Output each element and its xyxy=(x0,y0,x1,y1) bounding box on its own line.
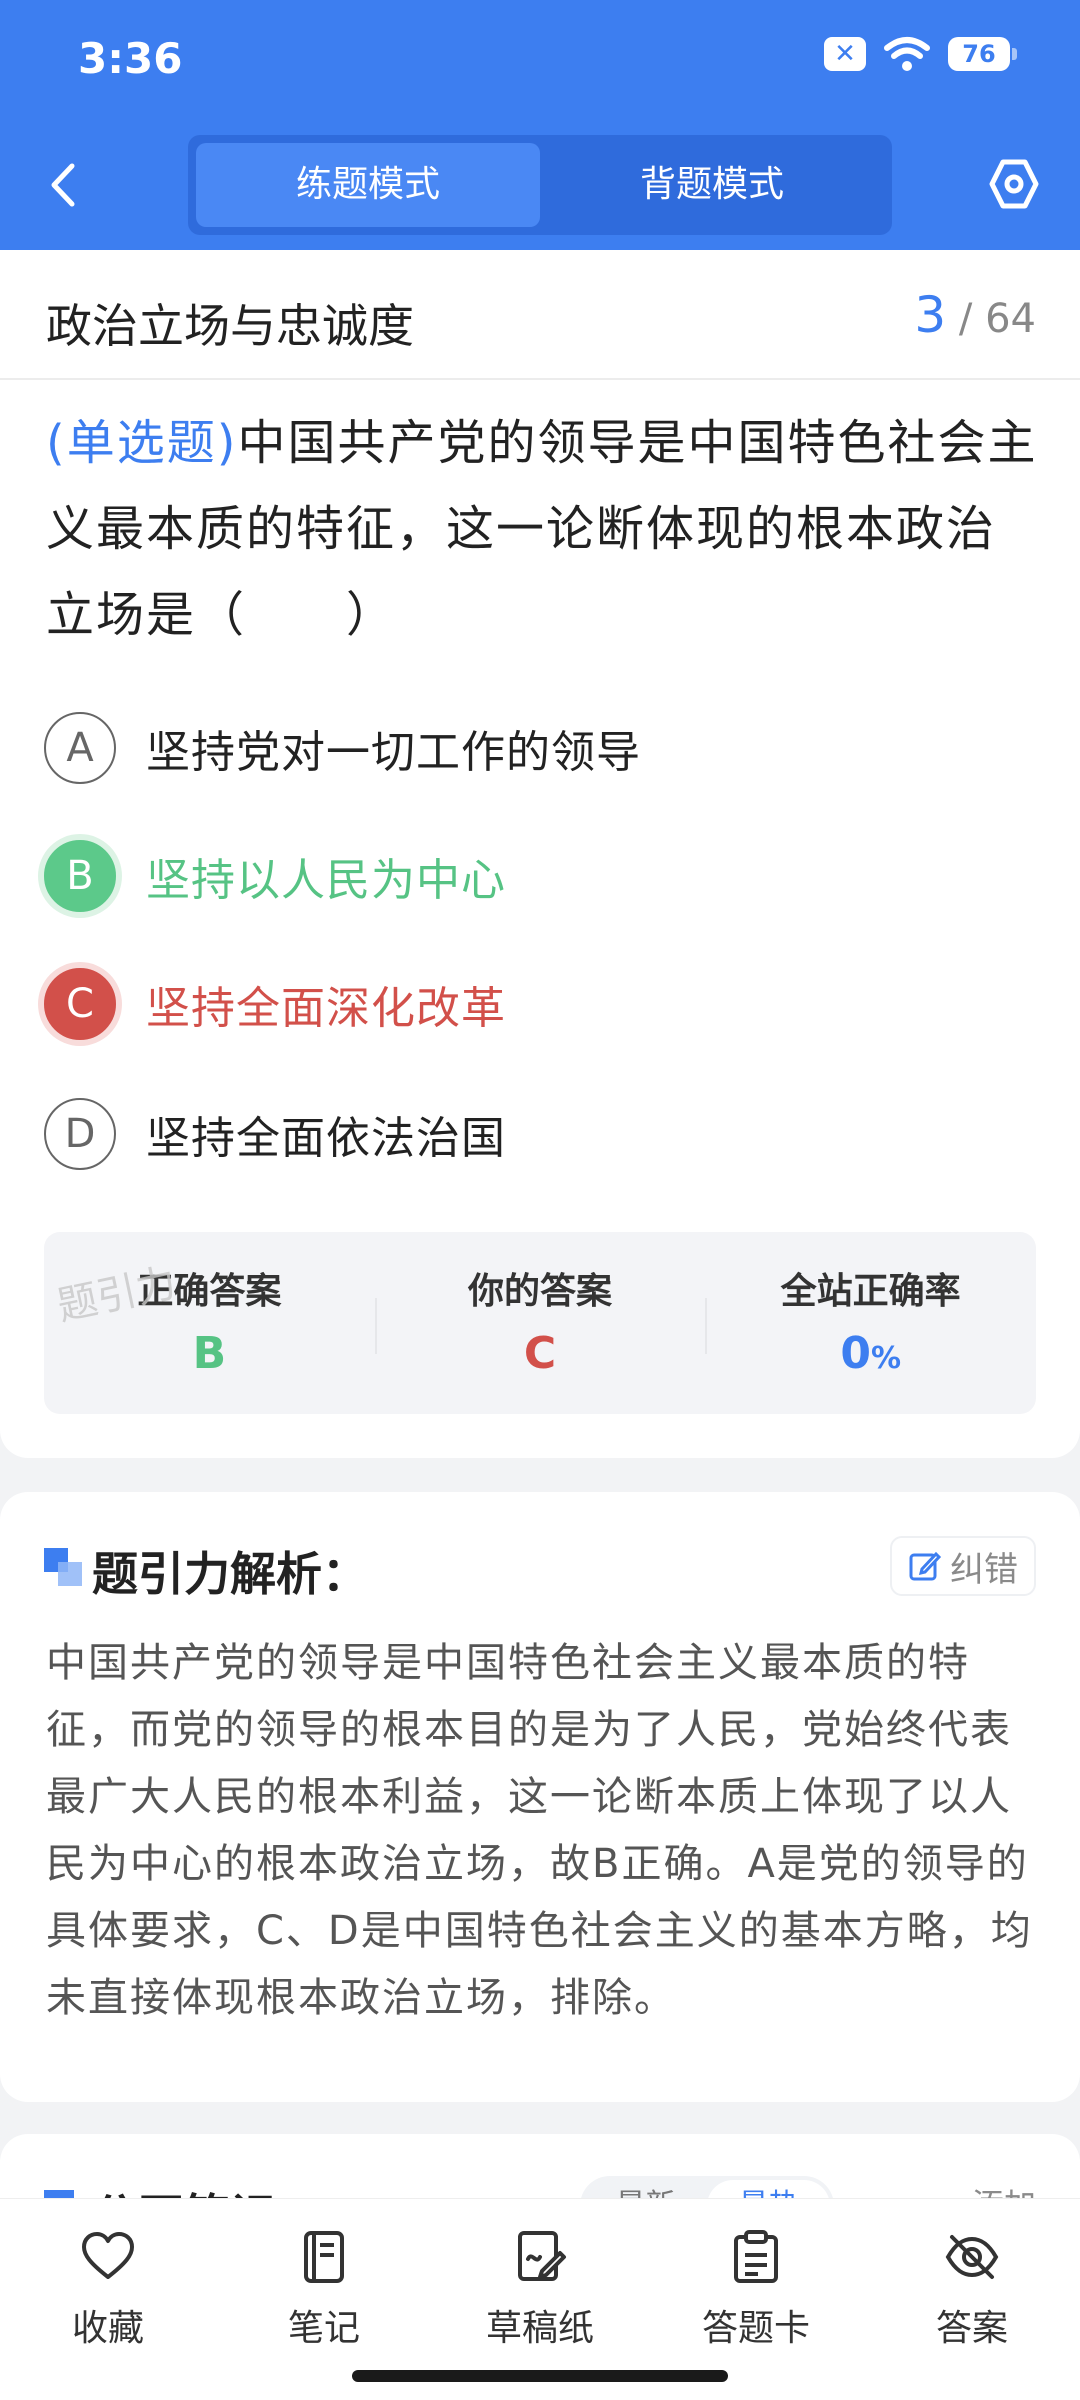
option-letter: D xyxy=(44,1098,116,1170)
tab-label: 笔记 xyxy=(287,2308,360,2349)
tab-label: 答案 xyxy=(935,2308,1008,2349)
section-marker-icon xyxy=(44,1548,82,1586)
home-indicator[interactable] xyxy=(352,2370,728,2382)
your-answer: 你的答案 C xyxy=(374,1232,706,1414)
site-accuracy-label: 全站正确率 xyxy=(780,1271,961,1312)
question-counter: 3 / 64 xyxy=(914,286,1036,344)
tab-label: 收藏 xyxy=(71,2308,144,2349)
your-answer-value: C xyxy=(523,1328,557,1379)
option-d[interactable]: D 坚持全面依法治国 xyxy=(44,1098,506,1170)
heart-icon xyxy=(82,2232,134,2279)
divider xyxy=(0,378,1080,380)
edit-icon xyxy=(909,1551,942,1581)
mode-switch: 练题模式 背题模式 xyxy=(188,135,892,235)
question-text-block: (单选题)中国共产党的领导是中国特色社会主义最本质的特征，这一论断体现的根本政治… xyxy=(46,400,1042,658)
your-answer-label: 你的答案 xyxy=(468,1271,613,1312)
site-accuracy-value: 0% xyxy=(705,1328,1036,1379)
total-count: / 64 xyxy=(958,296,1036,342)
accuracy-number: 0 xyxy=(840,1328,871,1379)
status-time: 3:36 xyxy=(78,34,183,83)
tab-memorize-mode[interactable]: 背题模式 xyxy=(540,143,884,227)
eye-off-icon xyxy=(945,2235,999,2279)
answer-summary: 正确答案 B 你的答案 C 全站正确率 0% xyxy=(44,1232,1036,1414)
option-text: 坚持全面依法治国 xyxy=(146,1113,506,1164)
current-index: 3 xyxy=(914,286,947,344)
settings-icon[interactable] xyxy=(986,156,1042,212)
notebook-icon xyxy=(304,2231,344,2283)
accuracy-unit: % xyxy=(870,1341,902,1376)
analysis-text: 中国共产党的领导是中国特色社会主义最本质的特征，而党的领导的根本目的是为了人民，… xyxy=(46,1640,1033,2021)
option-text: 坚持党对一切工作的领导 xyxy=(146,727,641,778)
wifi-icon xyxy=(884,37,930,71)
option-a[interactable]: A 坚持党对一切工作的领导 xyxy=(44,712,641,784)
battery-icon: 76 xyxy=(948,37,1017,71)
tab-answer[interactable]: 答案 xyxy=(882,2229,1062,2400)
tab-label: 草稿纸 xyxy=(485,2308,594,2349)
option-b[interactable]: B 坚持以人民为中心 xyxy=(44,840,506,912)
correct-answer-value: B xyxy=(192,1328,227,1379)
option-c[interactable]: C 坚持全面深化改革 xyxy=(44,968,506,1040)
tab-label: 答题卡 xyxy=(701,2308,810,2349)
draft-icon xyxy=(518,2231,566,2281)
status-icons: ✕ 76 xyxy=(824,36,1017,72)
notification-icon: ✕ xyxy=(824,37,866,71)
report-error-label: 纠错 xyxy=(950,1549,1018,1590)
option-text: 坚持全面深化改革 xyxy=(146,983,506,1034)
question-type: (单选题) xyxy=(46,415,238,471)
report-error-button[interactable]: 纠错 xyxy=(890,1536,1036,1596)
subject-title: 政治立场与忠诚度 xyxy=(46,299,414,353)
option-letter: C xyxy=(44,968,116,1040)
analysis-title: 题引力解析： xyxy=(92,1547,368,1601)
option-text: 坚持以人民为中心 xyxy=(146,855,506,906)
tab-practice-mode[interactable]: 练题模式 xyxy=(196,143,540,227)
option-letter: A xyxy=(44,712,116,784)
clipboard-icon xyxy=(734,2230,778,2283)
tab-favorite[interactable]: 收藏 xyxy=(18,2229,198,2400)
top-bar: 3:36 ✕ 76 练题模式 背题模式 xyxy=(0,0,1080,250)
site-accuracy: 全站正确率 0% xyxy=(705,1232,1036,1414)
back-arrow-icon[interactable] xyxy=(44,160,84,210)
option-letter: B xyxy=(44,840,116,912)
